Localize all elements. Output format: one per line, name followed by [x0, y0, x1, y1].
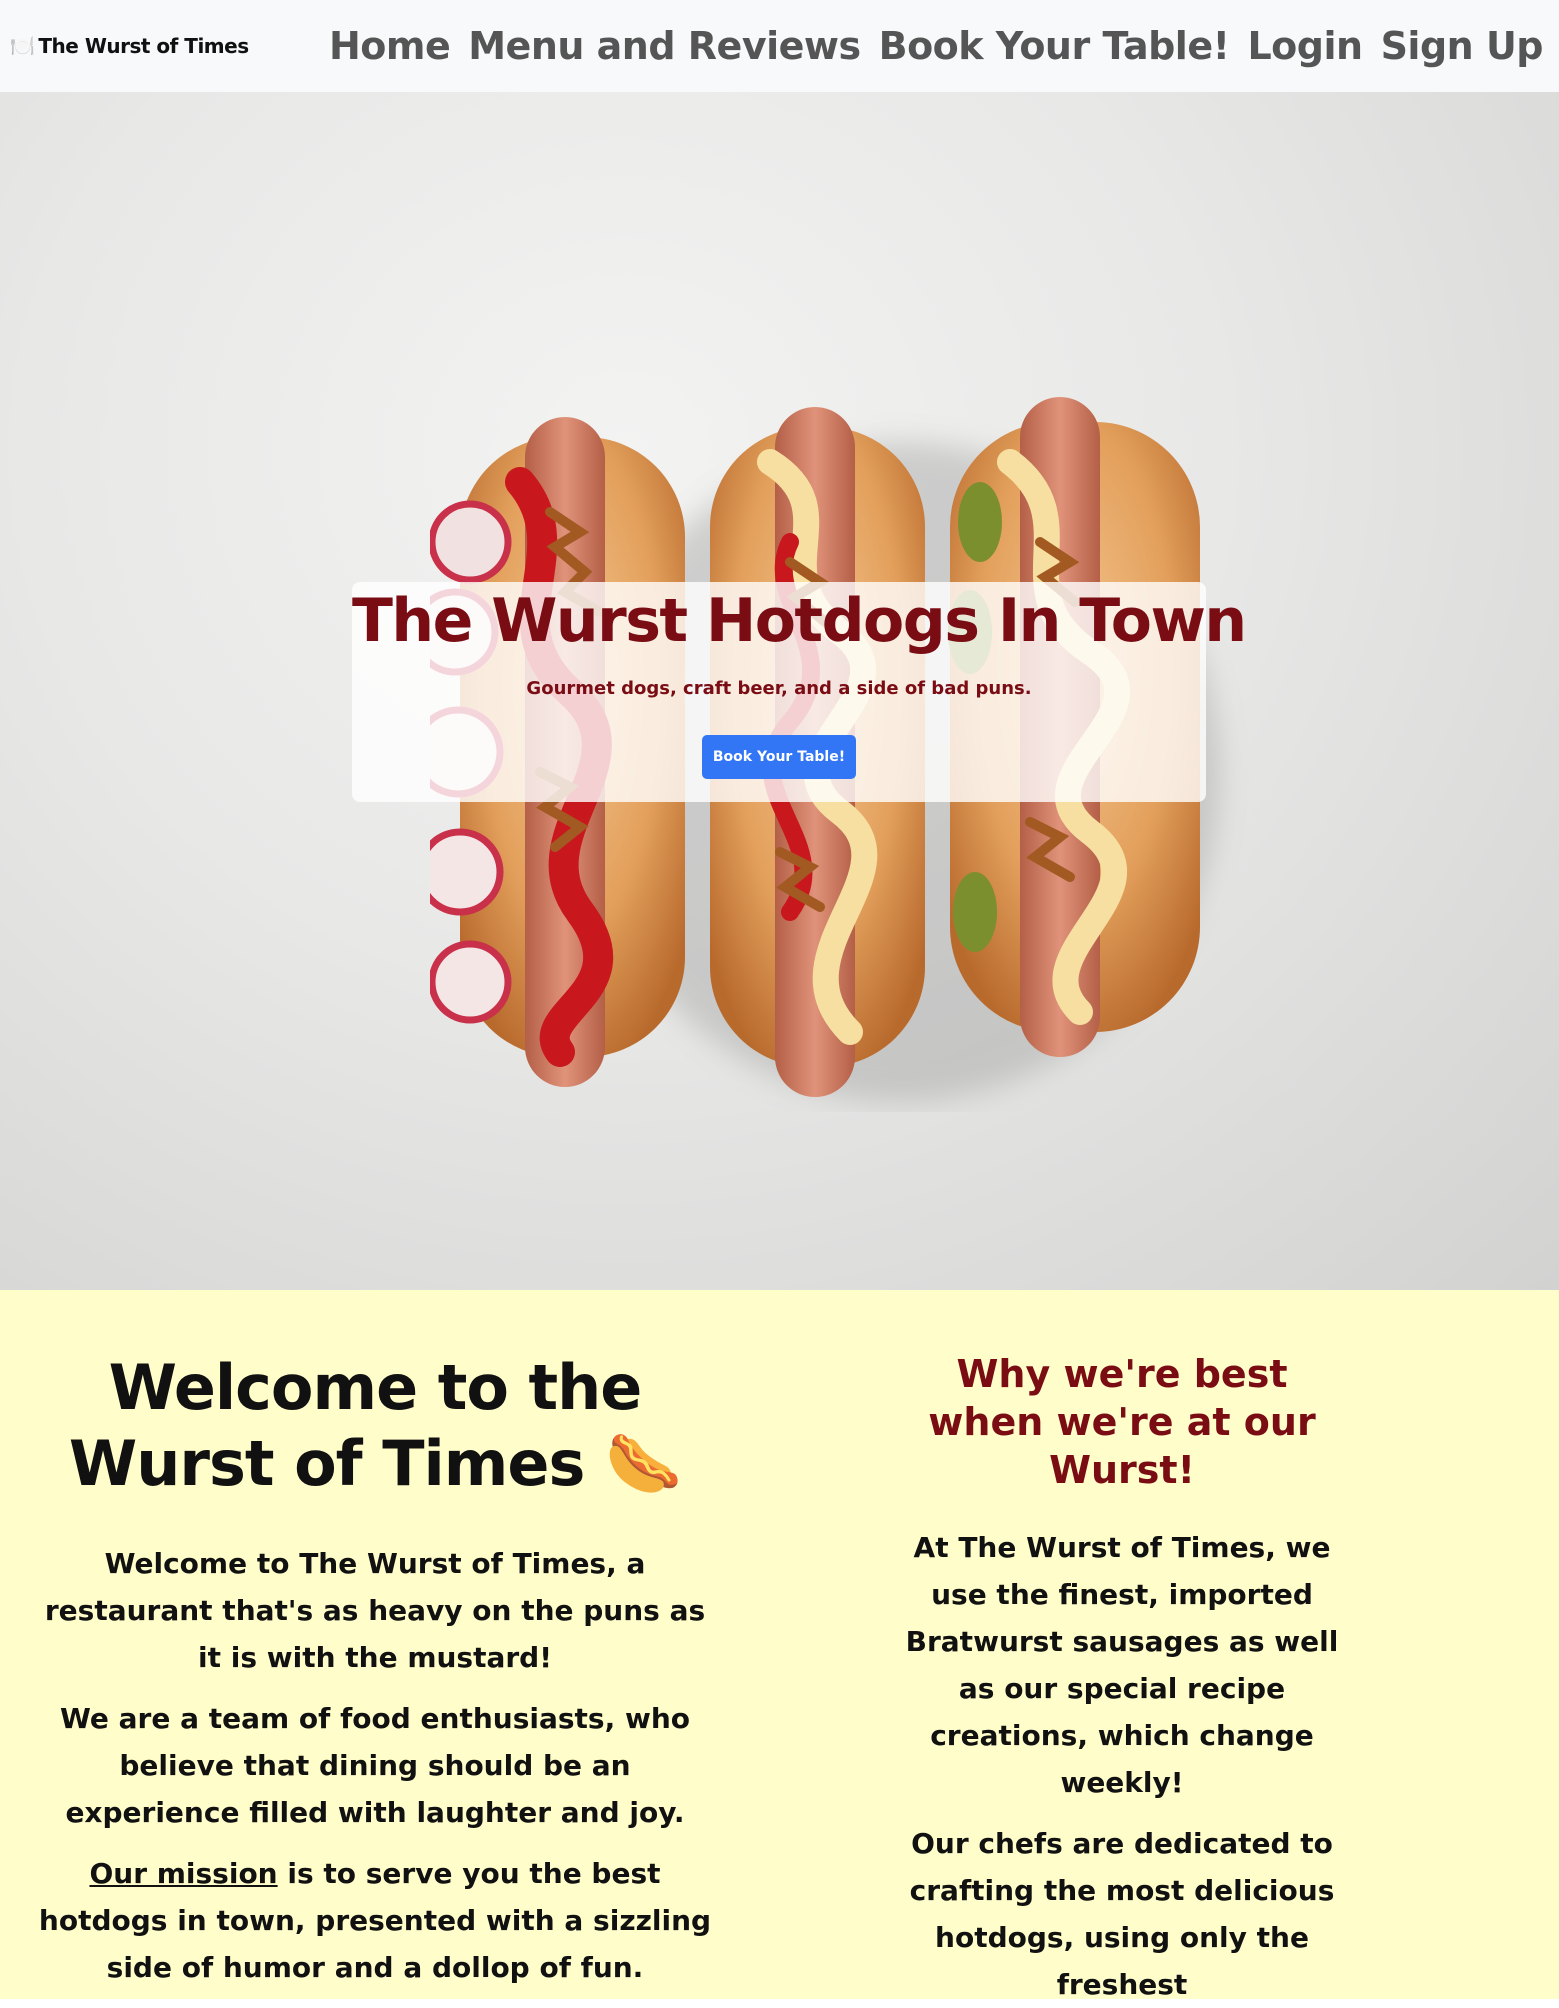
- hotdog-icon: 🌭: [604, 1427, 682, 1500]
- navbar: 🍽️ The Wurst of Times Home Menu and Revi…: [0, 0, 1559, 92]
- book-table-button[interactable]: Book Your Table!: [701, 735, 857, 779]
- hero-section: The Wurst Hotdogs In Town Gourmet dogs, …: [0, 92, 1559, 1290]
- nav-link-login[interactable]: Login: [1247, 24, 1363, 68]
- nav-link-home[interactable]: Home: [329, 24, 451, 68]
- welcome-title-text: Welcome to the Wurst of Times: [68, 1351, 642, 1500]
- hero-subtitle: Gourmet dogs, craft beer, and a side of …: [526, 678, 1032, 699]
- nav-link-book-table[interactable]: Book Your Table!: [879, 24, 1230, 68]
- nav-link-menu-reviews[interactable]: Menu and Reviews: [468, 24, 861, 68]
- hero-title: The Wurst Hotdogs In Town: [352, 586, 1247, 656]
- brand-link[interactable]: 🍽️ The Wurst of Times: [10, 34, 249, 58]
- why-column: Why we're best when we're at our Wurst! …: [900, 1350, 1344, 2008]
- why-paragraph-2: Our chefs are dedicated to crafting the …: [909, 1827, 1335, 2001]
- welcome-title: Welcome to the Wurst of Times 🌭: [30, 1350, 720, 1502]
- mission-link[interactable]: Our mission: [89, 1857, 277, 1890]
- welcome-column: Welcome to the Wurst of Times 🌭 Welcome …: [30, 1350, 720, 1991]
- welcome-paragraph-2: We are a team of food enthusiasts, who b…: [60, 1702, 690, 1829]
- hero-card: The Wurst Hotdogs In Town Gourmet dogs, …: [352, 582, 1247, 802]
- why-title: Why we're best when we're at our Wurst!: [928, 1352, 1316, 1492]
- why-paragraph-1: At The Wurst of Times, we use the finest…: [905, 1531, 1339, 1799]
- nav-link-sign-up[interactable]: Sign Up: [1381, 24, 1544, 68]
- about-section: Welcome to the Wurst of Times 🌭 Welcome …: [0, 1290, 1559, 2001]
- brand-name: The Wurst of Times: [38, 34, 249, 58]
- nav-links: Home Menu and Reviews Book Your Table! L…: [329, 24, 1544, 68]
- welcome-paragraph-3: Our mission is to serve you the best hot…: [30, 1850, 720, 1991]
- plate-icon: 🍽️: [10, 34, 35, 58]
- welcome-paragraph-1: Welcome to The Wurst of Times, a restaur…: [44, 1547, 706, 1674]
